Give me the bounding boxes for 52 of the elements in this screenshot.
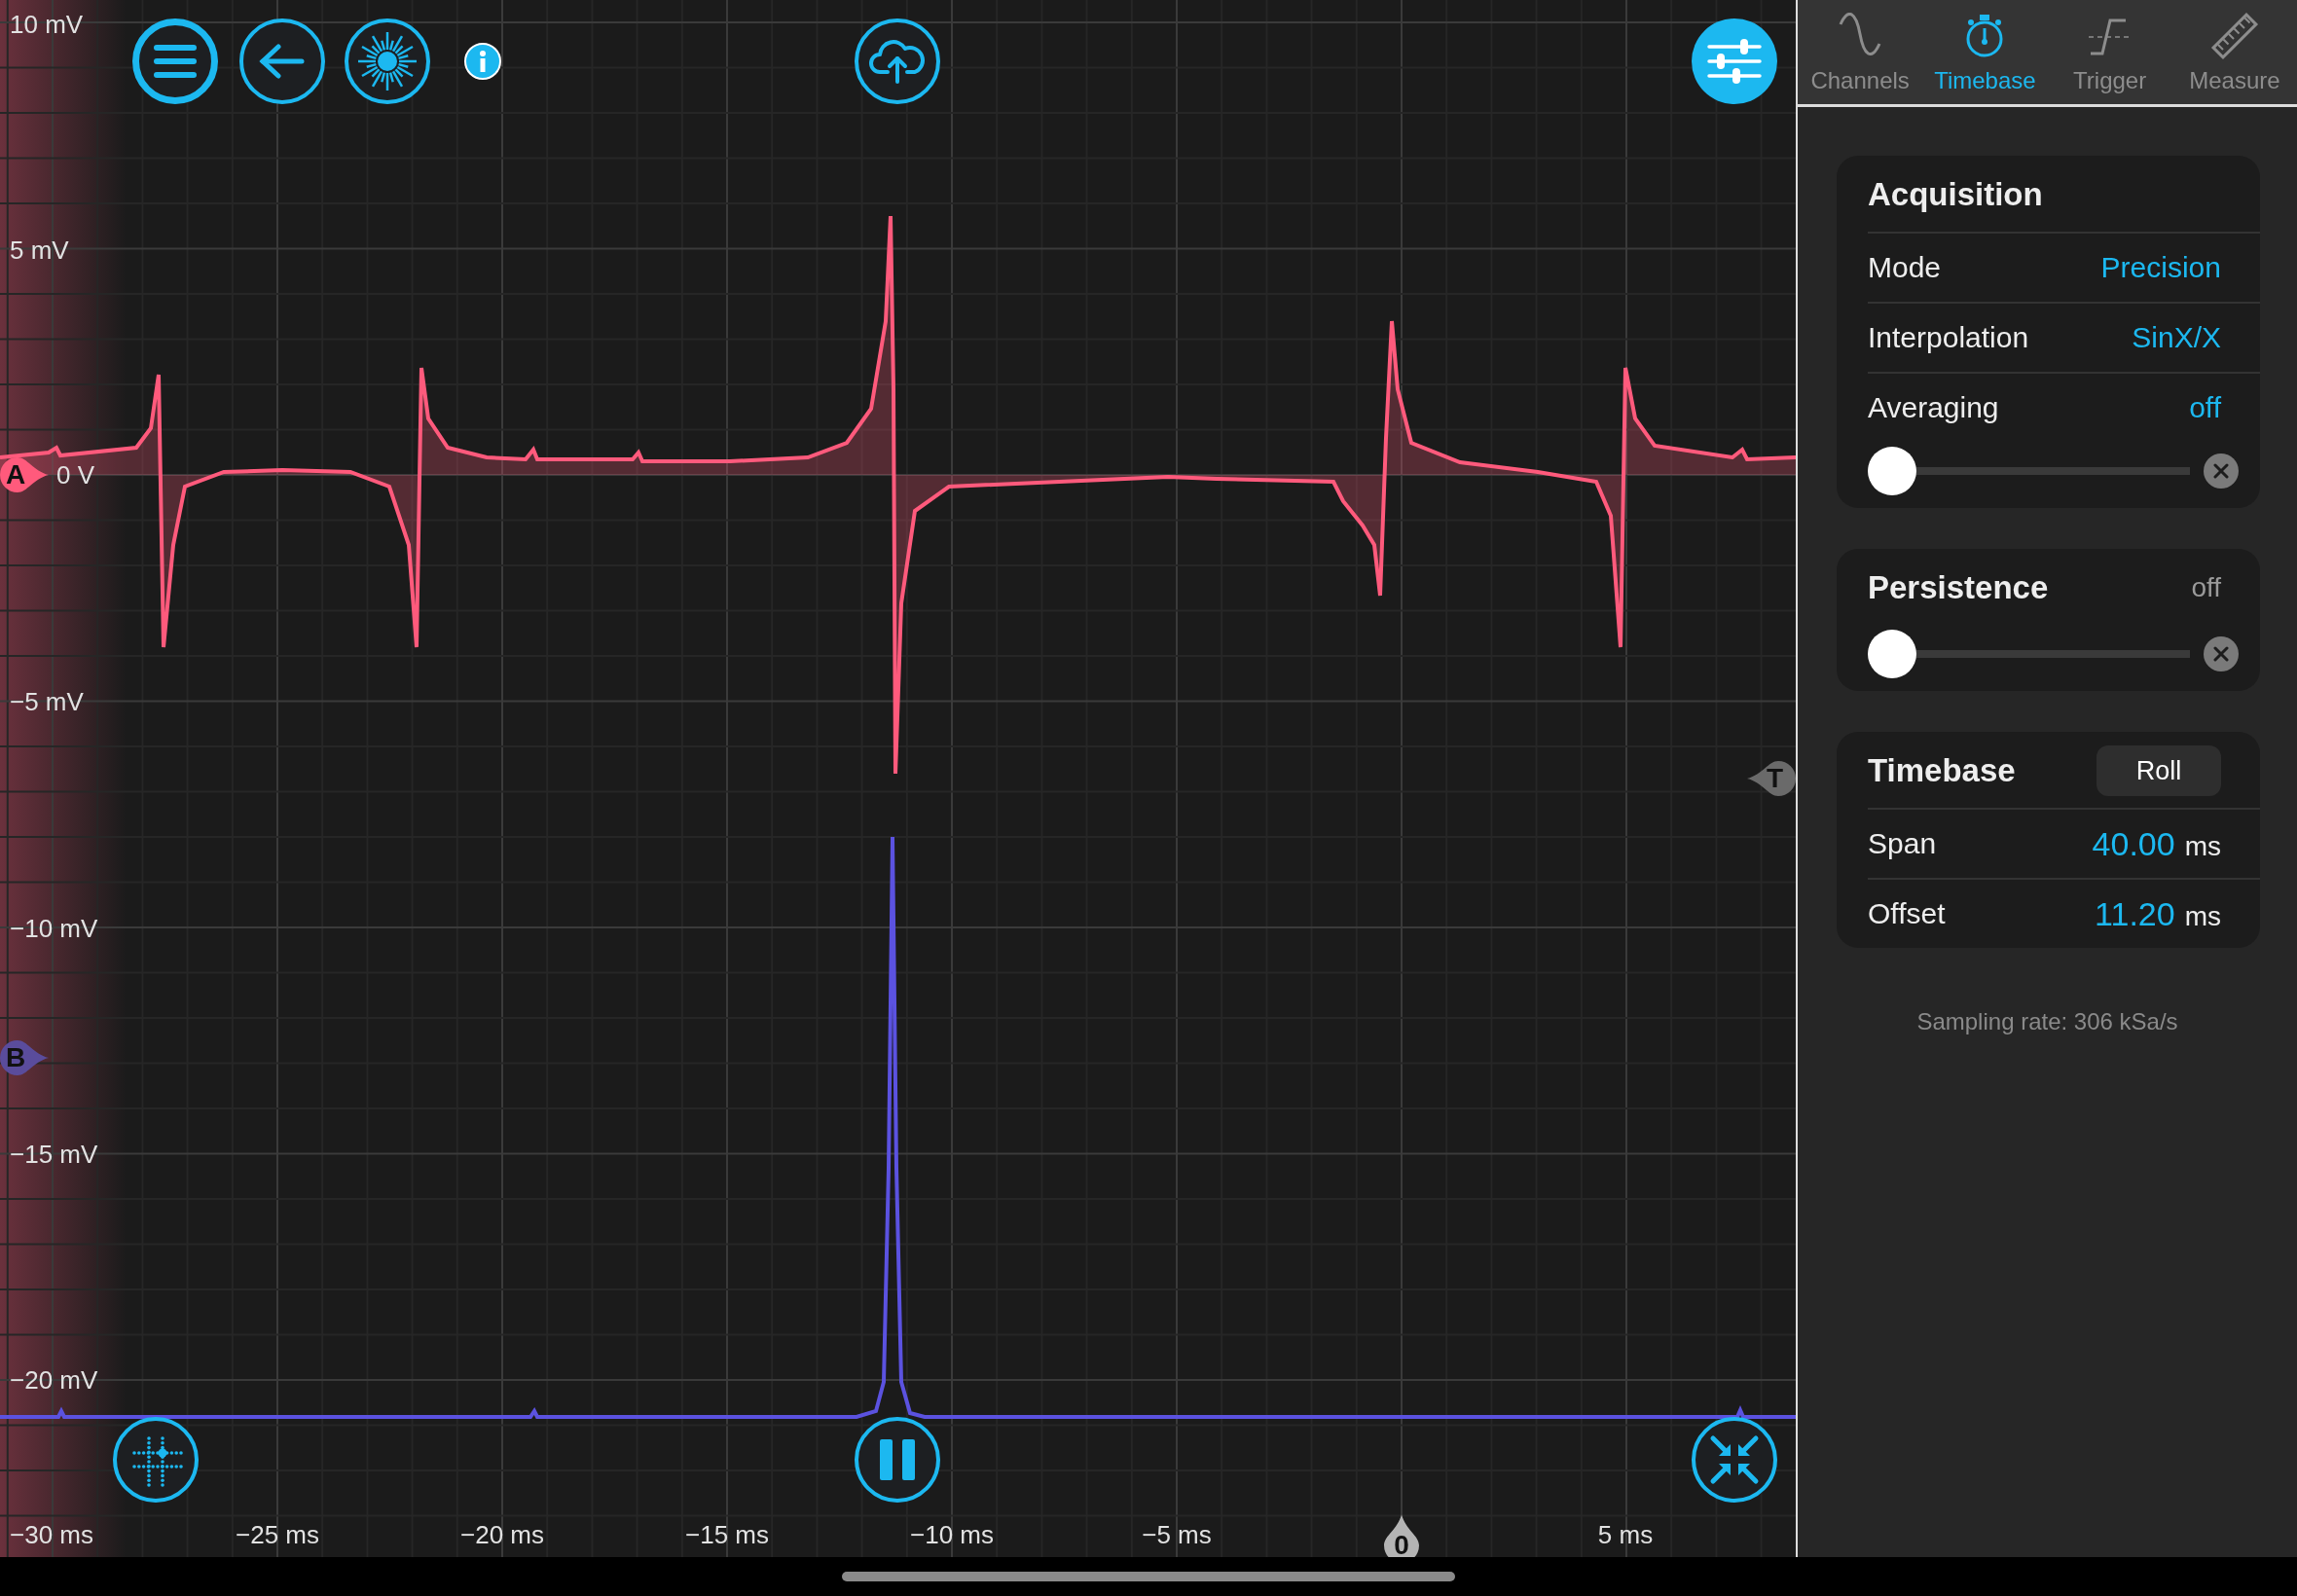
axis-label: 5 mV (10, 236, 69, 265)
card-title: Timebase (1868, 752, 2016, 789)
clear-button[interactable] (2204, 636, 2239, 671)
axis-label: −10 ms (910, 1520, 994, 1549)
tab[interactable]: Channels (1798, 0, 1923, 104)
setting-label: Interpolation (1868, 321, 2029, 354)
sliders-icon (1707, 39, 1762, 84)
cloud-upload-icon (868, 37, 927, 86)
clear-button[interactable] (2204, 453, 2239, 489)
ruler-icon (2208, 13, 2260, 61)
slider-thumb[interactable] (1868, 630, 1916, 678)
axis-label: 0 V (56, 460, 95, 490)
setting-value[interactable]: 40.00 (2092, 824, 2175, 863)
setting-label: Span (1868, 827, 1937, 860)
info-button[interactable] (464, 43, 501, 80)
sampling-rate-text: Sampling rate: 306 kSa/s (1915, 1008, 2179, 1035)
menu-icon (154, 44, 197, 79)
axis-label: −25 ms (236, 1520, 319, 1549)
channel-marker[interactable]: 0 (1384, 1514, 1419, 1557)
axis-label: 5 ms (1597, 1520, 1654, 1549)
axis-label: −15 ms (685, 1520, 769, 1549)
card-title: Acquisition (1868, 176, 2043, 213)
axis-label: −5 mV (10, 687, 84, 716)
tab[interactable]: Trigger (2047, 0, 2172, 104)
axis-label: −30 ms (10, 1520, 93, 1549)
setting-value[interactable]: off (2189, 391, 2221, 424)
axis-label: −10 mV (10, 914, 98, 943)
setting-label: Mode (1868, 251, 1942, 284)
compress-arrows-icon (1709, 1434, 1760, 1485)
pause-icon (878, 1439, 917, 1480)
info-icon (478, 51, 488, 72)
axis-label: 10 mV (10, 10, 84, 39)
unit-label: ms (2184, 830, 2221, 862)
setting-value[interactable]: 11.20 (2095, 894, 2175, 933)
axis-label: −20 ms (460, 1520, 544, 1549)
roll-button[interactable]: Roll (2096, 745, 2221, 796)
setting-label: Averaging (1868, 391, 1999, 424)
tab[interactable]: Measure (2171, 0, 2297, 104)
axis-label: −15 mV (10, 1140, 98, 1169)
setting-value[interactable]: Precision (2100, 251, 2221, 284)
axis-label: −5 ms (1142, 1520, 1212, 1549)
slider-thumb[interactable] (1868, 447, 1916, 495)
close-icon (2213, 646, 2229, 662)
setting-label: Offset (1868, 897, 1946, 930)
setting-value[interactable]: SinX/X (2132, 321, 2221, 354)
card-title: Persistence (1868, 569, 2049, 606)
setting-value: off (2191, 572, 2221, 603)
starburst-icon (356, 30, 419, 92)
tab[interactable]: Timebase (1922, 0, 2048, 104)
unit-label: ms (2184, 900, 2221, 932)
close-icon (2213, 463, 2229, 479)
axis-label: −20 mV (10, 1365, 98, 1395)
